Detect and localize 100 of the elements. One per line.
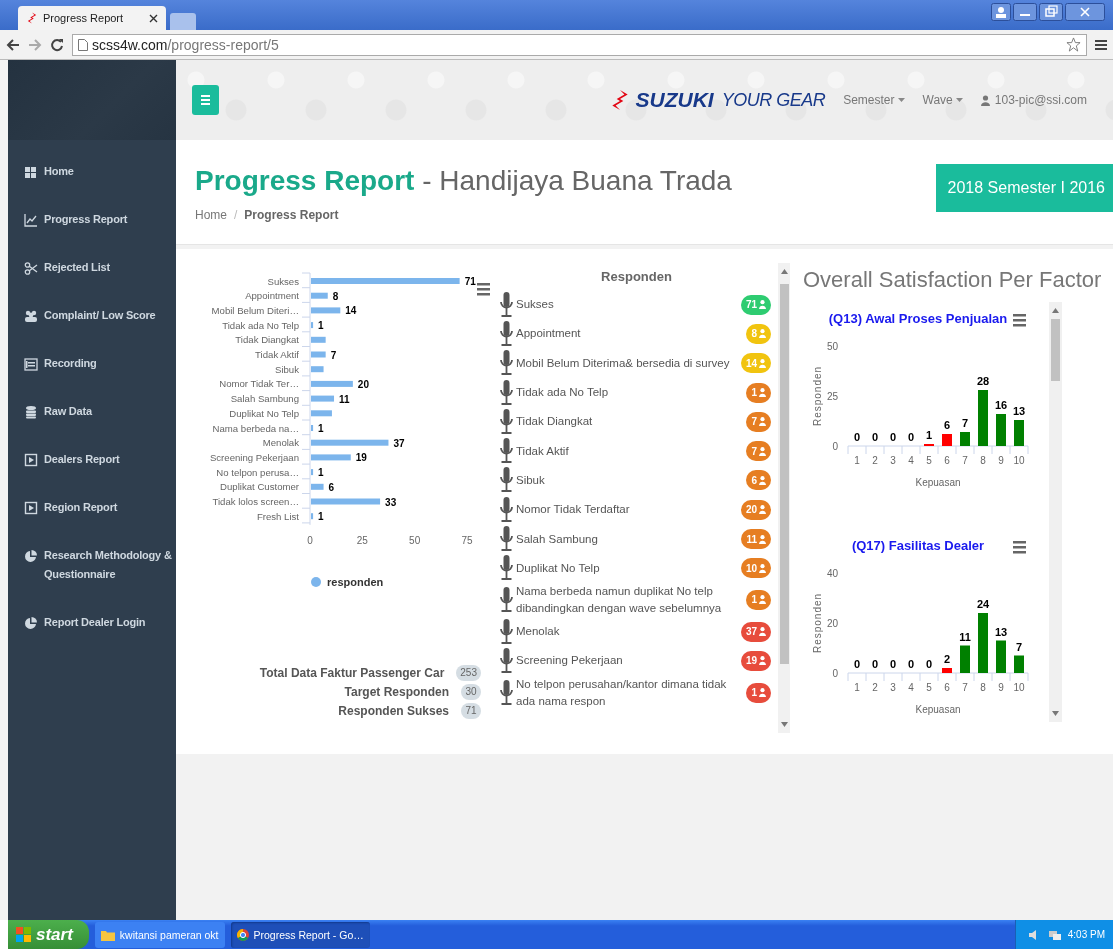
chart-bar [311,395,335,402]
chart-bar [996,414,1006,446]
axis-label: 6 [944,682,950,693]
axis-label: 8 [980,455,986,466]
scroll-down-icon[interactable] [1052,711,1059,716]
sidebar-item[interactable]: Research Methodology & Questionnaire [8,538,176,605]
scrollbar-thumb[interactable] [779,284,789,664]
user-email[interactable]: 103-pic@ssi.com [994,93,1087,107]
sidebar-item[interactable]: Region Report [8,490,176,538]
breadcrumb-link[interactable]: Home [195,208,227,222]
folder-icon [100,929,115,941]
chart-bar [311,469,314,476]
sidebar-item[interactable]: Rejected List [8,250,176,298]
scrollbar[interactable] [1049,302,1062,722]
star-icon[interactable] [1066,37,1081,52]
chart-bar [311,292,328,299]
list-item-label: Nama berbeda namun duplikat No telp dibandingkan dengan wave sebelumnya [516,583,723,616]
list-item-label: Sukses [516,297,555,313]
chart-bar [311,483,324,490]
sidebar-item[interactable]: Dealers Report [8,442,176,490]
menu-icon[interactable] [1013,541,1026,554]
axis-label: Duplikat Customer [220,481,299,493]
sidebar-item[interactable]: Progress Report [8,202,176,250]
legend-marker [311,577,321,587]
scroll-up-icon[interactable] [780,269,788,274]
scroll-up-icon[interactable] [1052,308,1059,313]
network-icon[interactable] [1047,928,1062,941]
chart-bar [978,613,988,673]
data-label: 0 [907,658,915,670]
user-icon [980,94,990,106]
section-title: Overall Satisfaction Per Factor [803,267,1103,293]
taskbar-button[interactable]: kwitansi pameran okt [94,922,225,948]
data-label: 0 [853,658,861,670]
menu-icon[interactable] [1095,38,1107,51]
address-field[interactable]: scss4w.com/progress-report/5 [72,33,1087,56]
data-label: 1 [318,320,324,332]
sidebar-item[interactable]: Recording [8,346,176,394]
list-item-label: Duplikat No Telp [516,560,601,576]
stat-label: Total Data Faktur Passenger Car [259,666,445,680]
axis-label: Tidak ada No Telp [222,319,299,331]
data-label: 8 [332,290,339,302]
count-badge: 1 [746,682,771,703]
count-badge: 71 [740,294,771,315]
count-badge: 8 [746,323,771,344]
close-icon[interactable] [149,13,158,23]
back-icon[interactable] [6,37,20,52]
axis-label: Appointment [245,290,299,302]
data-label: 11 [339,393,350,405]
database-icon [24,405,38,419]
browser-icon [236,929,249,941]
axis-label: Fresh List [256,510,299,522]
data-label: 1 [925,429,933,441]
chart-bar [978,390,988,446]
microphone-icon [500,379,513,406]
data-label: 1 [318,467,324,479]
list-item-label: Nomor Tidak Terdaftar [516,502,631,518]
restore-icon[interactable] [1039,3,1063,21]
close-icon[interactable] [1065,3,1105,21]
sidebar-item[interactable]: Report Dealer Login [8,605,176,653]
reload-icon[interactable] [50,37,64,52]
scroll-down-icon[interactable] [780,722,788,727]
chart-bar [311,425,314,431]
axis-label: 25 [826,391,838,402]
list-item-label: Menolak [516,624,561,640]
browser-tab[interactable]: Progress Report [18,6,166,30]
list-item-label: Tidak Diangkat [516,414,594,430]
axis-label: Tidak Diangkat [235,334,299,346]
forward-icon[interactable] [28,37,42,52]
data-label: 0 [907,431,915,443]
dropdown-menu[interactable]: Semester [843,93,905,107]
microphone-icon [500,647,513,674]
sidebar-item[interactable]: Raw Data [8,394,176,442]
breadcrumb-current: Progress Report [244,208,339,222]
count-badge: 10 [740,558,771,579]
user-icon[interactable] [991,3,1011,21]
axis-label: Salah Sambung [230,393,299,405]
dropdown-menu[interactable]: Wave [922,93,963,107]
scrollbar[interactable] [778,263,790,733]
sidebar-item[interactable]: Complaint/ Low Score [8,298,176,346]
microphone-icon [500,320,513,347]
axis-label: Nomor Tidak Ter… [219,378,299,390]
axis-label: 50 [826,341,838,352]
scissors-icon [24,261,38,275]
axis-label: 40 [826,568,838,579]
scrollbar-thumb[interactable] [1051,319,1060,381]
axis-label: 25 [356,535,368,546]
menu-icon [201,95,210,105]
minimize-icon[interactable] [1013,3,1037,21]
caret-icon [955,98,963,102]
menu-icon[interactable] [1013,314,1026,327]
sidebar-item[interactable]: Home [8,154,176,202]
axis-label: 3 [890,455,896,466]
list-icon [24,357,38,371]
list-item-label: Sibuk [516,472,546,488]
play-square-icon [24,501,38,515]
axis-label: 0 [307,535,313,546]
taskbar-button[interactable]: Progress Report - Go… [230,922,370,948]
axis-label: 0 [832,441,838,452]
menu-button[interactable] [192,85,219,115]
menu-icon[interactable] [477,283,490,296]
